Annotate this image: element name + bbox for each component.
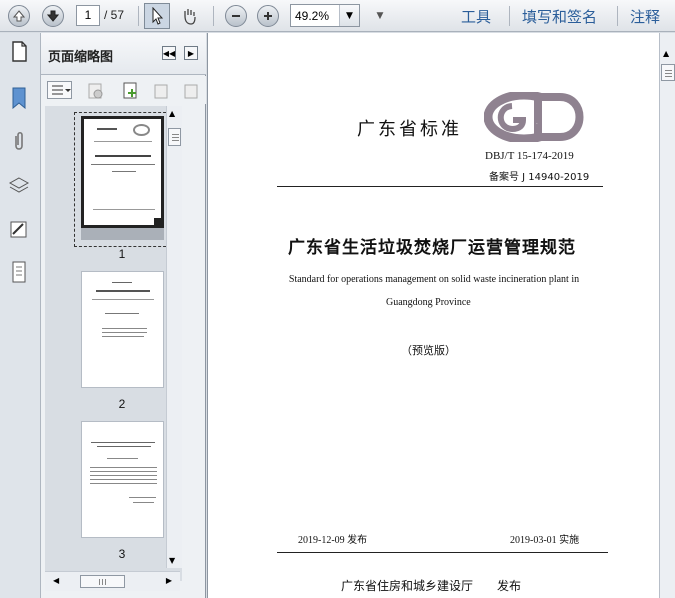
page-thumbnails-icon[interactable] xyxy=(8,41,30,63)
effective-date: 2019-03-01 实施 xyxy=(510,535,580,546)
toolbar-divider xyxy=(213,6,214,26)
document-vertical-scrollbar[interactable]: ▲ xyxy=(659,33,675,598)
thumbnail-vertical-scrollbar[interactable]: ▲ ▼ xyxy=(166,106,182,568)
menu-tools[interactable]: 工具 xyxy=(461,6,491,27)
list-options-icon xyxy=(52,85,71,95)
zoom-in-button[interactable] xyxy=(255,3,281,29)
chevron-down-icon[interactable]: ▼ xyxy=(339,5,359,26)
zoom-select[interactable]: 49.2% ▼ xyxy=(290,4,360,27)
thumbnail-horizontal-scrollbar[interactable]: ◀ ▶ xyxy=(45,571,180,591)
page-number-input[interactable]: 1 xyxy=(76,5,100,26)
insert-page-icon[interactable] xyxy=(120,81,140,101)
horizontal-scroll-thumb[interactable] xyxy=(80,575,125,588)
signature-icon[interactable] xyxy=(8,219,30,241)
page-thumbnail-1[interactable] xyxy=(81,116,164,228)
standard-org: 广东省标准 xyxy=(357,119,462,140)
document-scroll-thumb[interactable] xyxy=(661,64,675,81)
expand-panel-button[interactable]: ▶ xyxy=(184,46,198,60)
zoom-value: 49.2% xyxy=(295,9,330,23)
thumbnail-panel-header: 页面缩略图 ◀◀ ▶ xyxy=(41,33,206,75)
hand-tool-button[interactable] xyxy=(176,3,202,29)
scroll-down-icon[interactable]: ▼ xyxy=(169,556,175,565)
record-number: 备案号 J 14940-2019 xyxy=(489,172,590,183)
zoom-in-icon xyxy=(257,5,279,27)
preview-label: （预览版） xyxy=(401,344,456,357)
up-arrow-icon xyxy=(8,5,30,27)
publisher: 广东省住房和城乡建设厅 xyxy=(341,579,474,593)
next-page-button[interactable] xyxy=(40,3,66,29)
collapse-panel-button[interactable]: ◀◀ xyxy=(162,46,176,60)
select-cursor-icon xyxy=(152,7,164,25)
rotate-page-icon[interactable] xyxy=(152,82,170,100)
gd-logo-icon: GD xyxy=(484,92,584,142)
footer-rule xyxy=(277,552,608,553)
layers-icon[interactable] xyxy=(8,175,30,197)
thumbnail-label-2: 2 xyxy=(118,397,126,411)
scroll-left-icon[interactable]: ◀ xyxy=(53,576,59,585)
standard-title-cn: 广东省生活垃圾焚烧厂运营管理规范 xyxy=(288,238,576,258)
more-tools-dropdown[interactable]: ▼ xyxy=(367,3,393,29)
scroll-right-icon[interactable]: ▶ xyxy=(166,576,172,585)
navigation-rail xyxy=(0,33,41,598)
zoom-out-icon xyxy=(225,5,247,27)
thumbnail-list: 1 2 3 ▲ ▼ xyxy=(45,106,182,581)
thumbnail-tools xyxy=(41,76,206,104)
options-menu-button[interactable] xyxy=(47,81,72,99)
toolbar-divider xyxy=(509,6,510,26)
menu-comment[interactable]: 注释 xyxy=(630,6,660,27)
previous-page-button[interactable] xyxy=(6,3,32,29)
thumbnail-label-3: 3 xyxy=(118,547,126,561)
publisher-action: 发布 xyxy=(497,579,522,593)
document-page: 广东省标准 GD DBJ/T 15-174-2019 备案号 J 14940-2… xyxy=(207,33,659,598)
standard-title-en-line-1: Standard for operations management on so… xyxy=(288,274,580,285)
standard-title-en-line-2: Guangdong Province xyxy=(386,297,471,308)
bookmark-icon[interactable] xyxy=(8,87,30,109)
standard-number: DBJ/T 15-174-2019 xyxy=(485,150,574,162)
down-arrow-icon xyxy=(42,5,64,27)
toolbar-divider xyxy=(617,6,618,26)
attachment-icon[interactable] xyxy=(8,131,30,153)
thumbnail-label-1: 1 xyxy=(118,247,126,261)
page-thumbnail-2[interactable] xyxy=(81,271,164,388)
page-thumbnail-3[interactable] xyxy=(81,421,164,538)
delete-pages-icon[interactable] xyxy=(86,82,104,100)
panel-title: 页面缩略图 xyxy=(48,50,114,65)
toolbar-divider xyxy=(138,6,139,26)
svg-text:GD: GD xyxy=(536,123,538,125)
scroll-up-icon[interactable]: ▲ xyxy=(169,109,175,118)
thumbnail-shadow xyxy=(81,228,164,240)
zoom-out-button[interactable] xyxy=(223,3,249,29)
select-tool-button[interactable] xyxy=(144,3,170,29)
main-toolbar: 1 / 57 49.2% ▼ ▼ 工具 填写和签名 注释 xyxy=(0,0,675,32)
document-icon[interactable] xyxy=(8,261,30,283)
thumbnail-panel: 页面缩略图 ◀◀ ▶ 1 2 3 ▲ ▼ ◀ ▶ xyxy=(41,33,206,598)
print-page-icon[interactable] xyxy=(182,82,200,100)
document-scroll-up-icon[interactable]: ▲ xyxy=(663,49,669,58)
page-total: / 57 xyxy=(104,8,125,22)
hand-icon xyxy=(184,9,196,25)
issue-date: 2019-12-09 发布 xyxy=(298,535,368,546)
thumbnail-scroll-thumb[interactable] xyxy=(168,128,181,146)
menu-fill-sign[interactable]: 填写和签名 xyxy=(522,6,597,27)
header-rule xyxy=(277,186,603,187)
